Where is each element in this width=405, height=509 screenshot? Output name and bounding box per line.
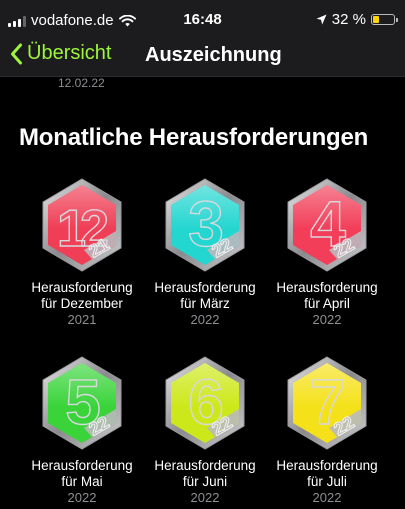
award-year: 2022 [312,312,342,327]
award-medal-icon: 622 [165,356,245,450]
award-year: 2022 [190,490,220,505]
award-medal-icon: 522 [42,356,122,450]
back-button-label: Übersicht [27,42,112,64]
location-arrow-icon [316,14,327,25]
award-title: Herausforderung für Mai [31,458,133,489]
navigation-bar: Übersicht Auszeichnung [0,38,405,77]
battery-icon [371,14,398,25]
chevron-left-icon [11,43,22,64]
award-item[interactable]: 5 22 Herausforderung für Mai 2022 [20,354,144,506]
award-year: 2021 [67,312,97,327]
award-item[interactable]: 4 22 Herausforderung für April 2022 [265,176,389,328]
battery-level-fill [373,16,380,23]
award-title: Herausforderung für März [154,280,256,311]
award-item[interactable]: 3 22 Herausforderung für März 2022 [143,176,267,328]
section-title: Monatliche Herausforderungen [19,124,369,151]
award-year: 2022 [67,490,97,505]
award-title: Herausforderung für Juli [276,458,378,489]
battery-percent: 32 % [331,11,366,28]
award-medal-icon: 422 [287,178,367,272]
award-title: Herausforderung für April [276,280,378,311]
award-item[interactable]: 12 21 Herausforderung für Dezember 2021 [20,176,144,328]
award-item[interactable]: 6 22 Herausforderung für Juni 2022 [143,354,267,506]
award-medal-icon: 1221 [42,178,122,272]
award-year: 2022 [190,312,220,327]
award-title: Herausforderung für Dezember [31,280,133,311]
award-year: 2022 [312,490,342,505]
award-medal-icon: 322 [165,178,245,272]
page-title: Auszeichnung [145,44,282,66]
back-button[interactable]: Übersicht [10,42,111,65]
award-item[interactable]: 7 22 Herausforderung für Juli 2022 [265,354,389,506]
award-medal-icon: 722 [287,356,367,450]
previous-award-date: 12.02.22 [58,76,105,90]
status-bar: vodafone.de 16:48 32 % [0,0,405,38]
award-title: Herausforderung für Juni [154,458,256,489]
